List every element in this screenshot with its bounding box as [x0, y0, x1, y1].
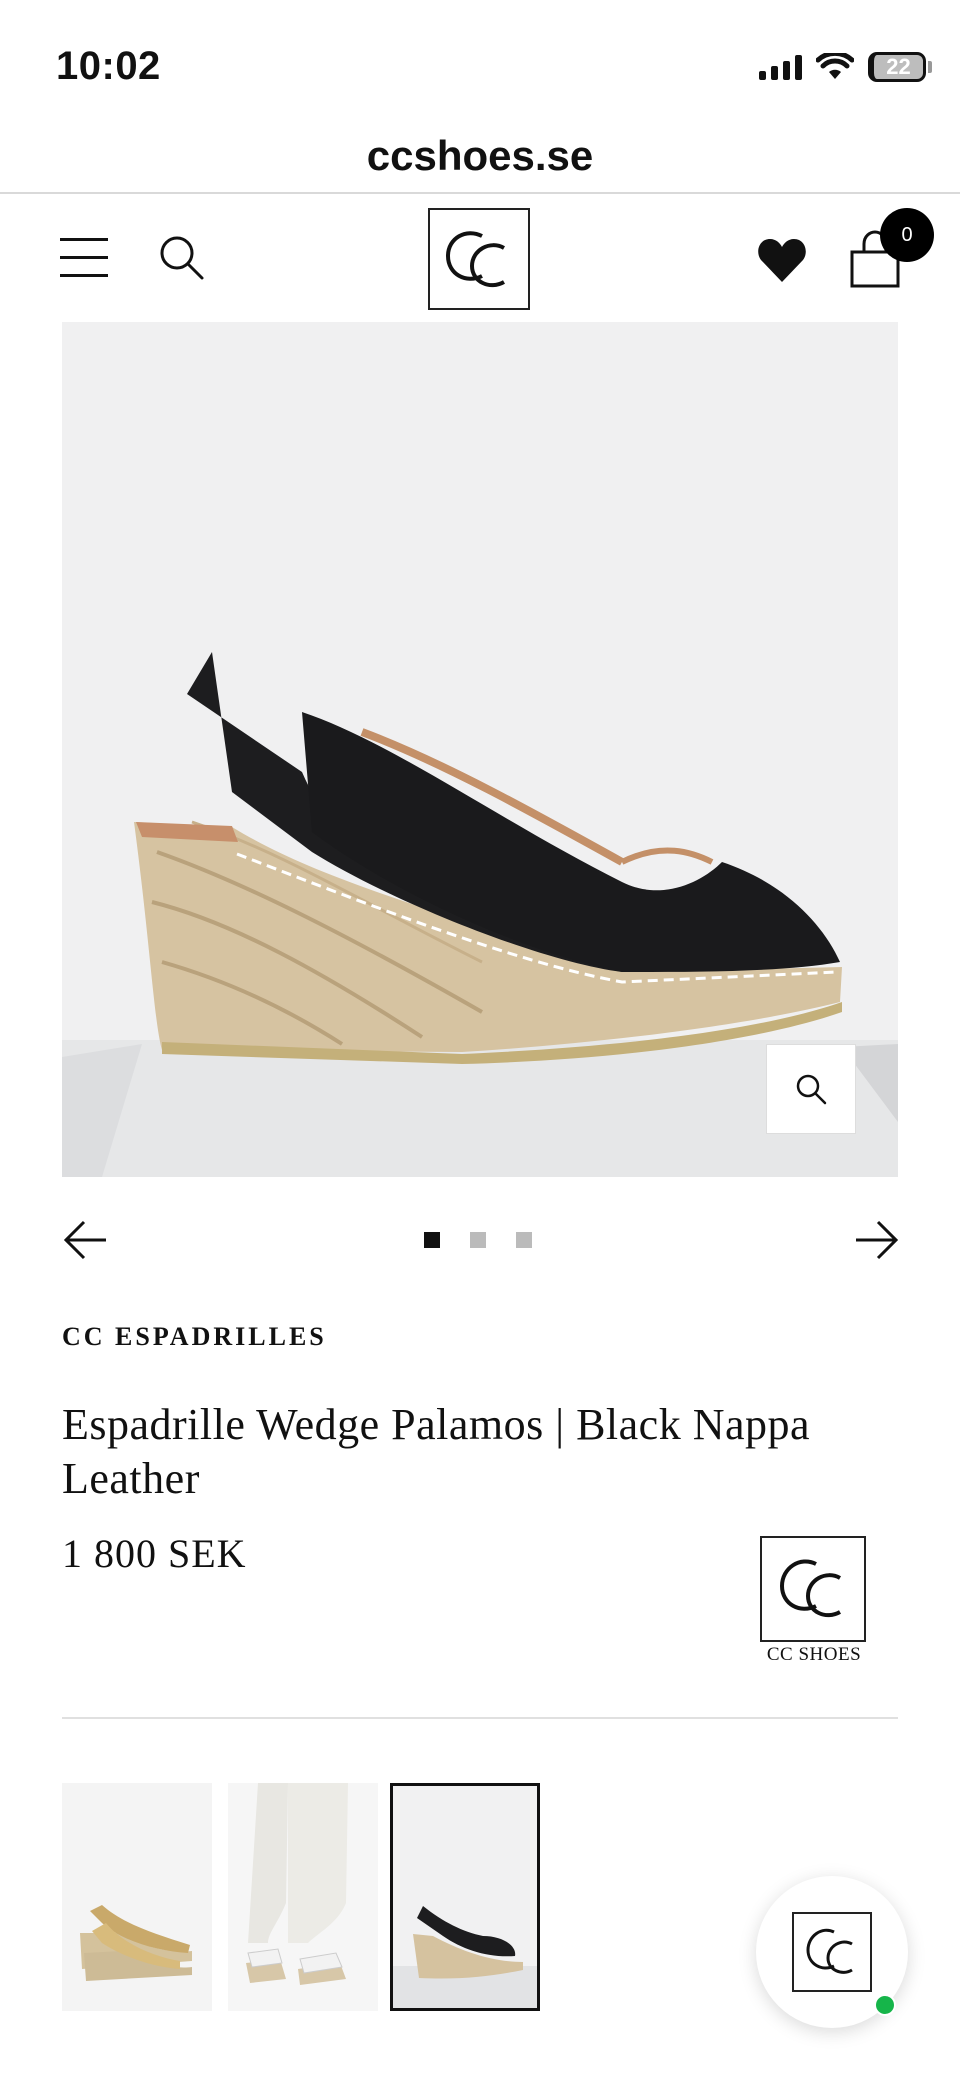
- next-image-arrow-icon[interactable]: [852, 1218, 900, 1262]
- cart-count-badge[interactable]: 0: [880, 208, 934, 262]
- chat-launcher-button[interactable]: [756, 1876, 908, 2028]
- site-header: 0: [0, 196, 960, 320]
- url-text: ccshoes.se: [366, 132, 594, 179]
- status-bar: 10:02 22: [0, 0, 960, 120]
- brand-badge-label: CC SHOES: [766, 1644, 862, 1665]
- divider: [62, 1717, 898, 1719]
- status-time: 10:02: [56, 44, 161, 88]
- online-status-indicator: [874, 1994, 896, 2016]
- zoom-search-icon: [796, 1074, 827, 1105]
- brand-badge-logo: [760, 1536, 866, 1642]
- carousel-dot-2[interactable]: [470, 1232, 486, 1248]
- white-espadrille-thumbnail: [246, 1783, 348, 1985]
- previous-image-arrow-icon[interactable]: [62, 1218, 110, 1262]
- black-espadrille-thumbnail: [393, 1906, 537, 2008]
- thumbnail-black[interactable]: [390, 1783, 540, 2011]
- wifi-icon: [816, 53, 854, 79]
- chat-logo: [792, 1912, 872, 1992]
- product-title: Espadrille Wedge Palamos | Black Nappa L…: [62, 1400, 811, 1503]
- battery-icon: 22: [868, 52, 932, 82]
- status-icons: 22: [759, 52, 932, 82]
- zoom-button[interactable]: [766, 1044, 856, 1134]
- cc-chat-icon: [806, 1928, 853, 1974]
- thumbnail-white[interactable]: [228, 1783, 378, 2011]
- hamburger-menu-icon[interactable]: [60, 238, 108, 278]
- wishlist-heart-icon[interactable]: [756, 236, 808, 284]
- gold-espadrille-thumbnail: [80, 1905, 192, 1981]
- battery-level: 22: [886, 54, 911, 79]
- search-icon[interactable]: [156, 232, 206, 282]
- product-brand[interactable]: CC ESPADRILLES: [62, 1322, 327, 1352]
- carousel-dot-3[interactable]: [516, 1232, 532, 1248]
- site-logo[interactable]: [428, 208, 530, 310]
- address-bar[interactable]: ccshoes.se: [0, 120, 960, 194]
- carousel-pagination: [424, 1232, 532, 1248]
- cc-badge-icon: [779, 1559, 841, 1618]
- cc-logo-icon: [445, 231, 505, 288]
- carousel-dot-1[interactable]: [424, 1232, 440, 1248]
- product-price: 1 800 SEK: [62, 1531, 247, 1576]
- thumbnail-gold[interactable]: [62, 1783, 212, 2011]
- signal-icon: [759, 54, 802, 80]
